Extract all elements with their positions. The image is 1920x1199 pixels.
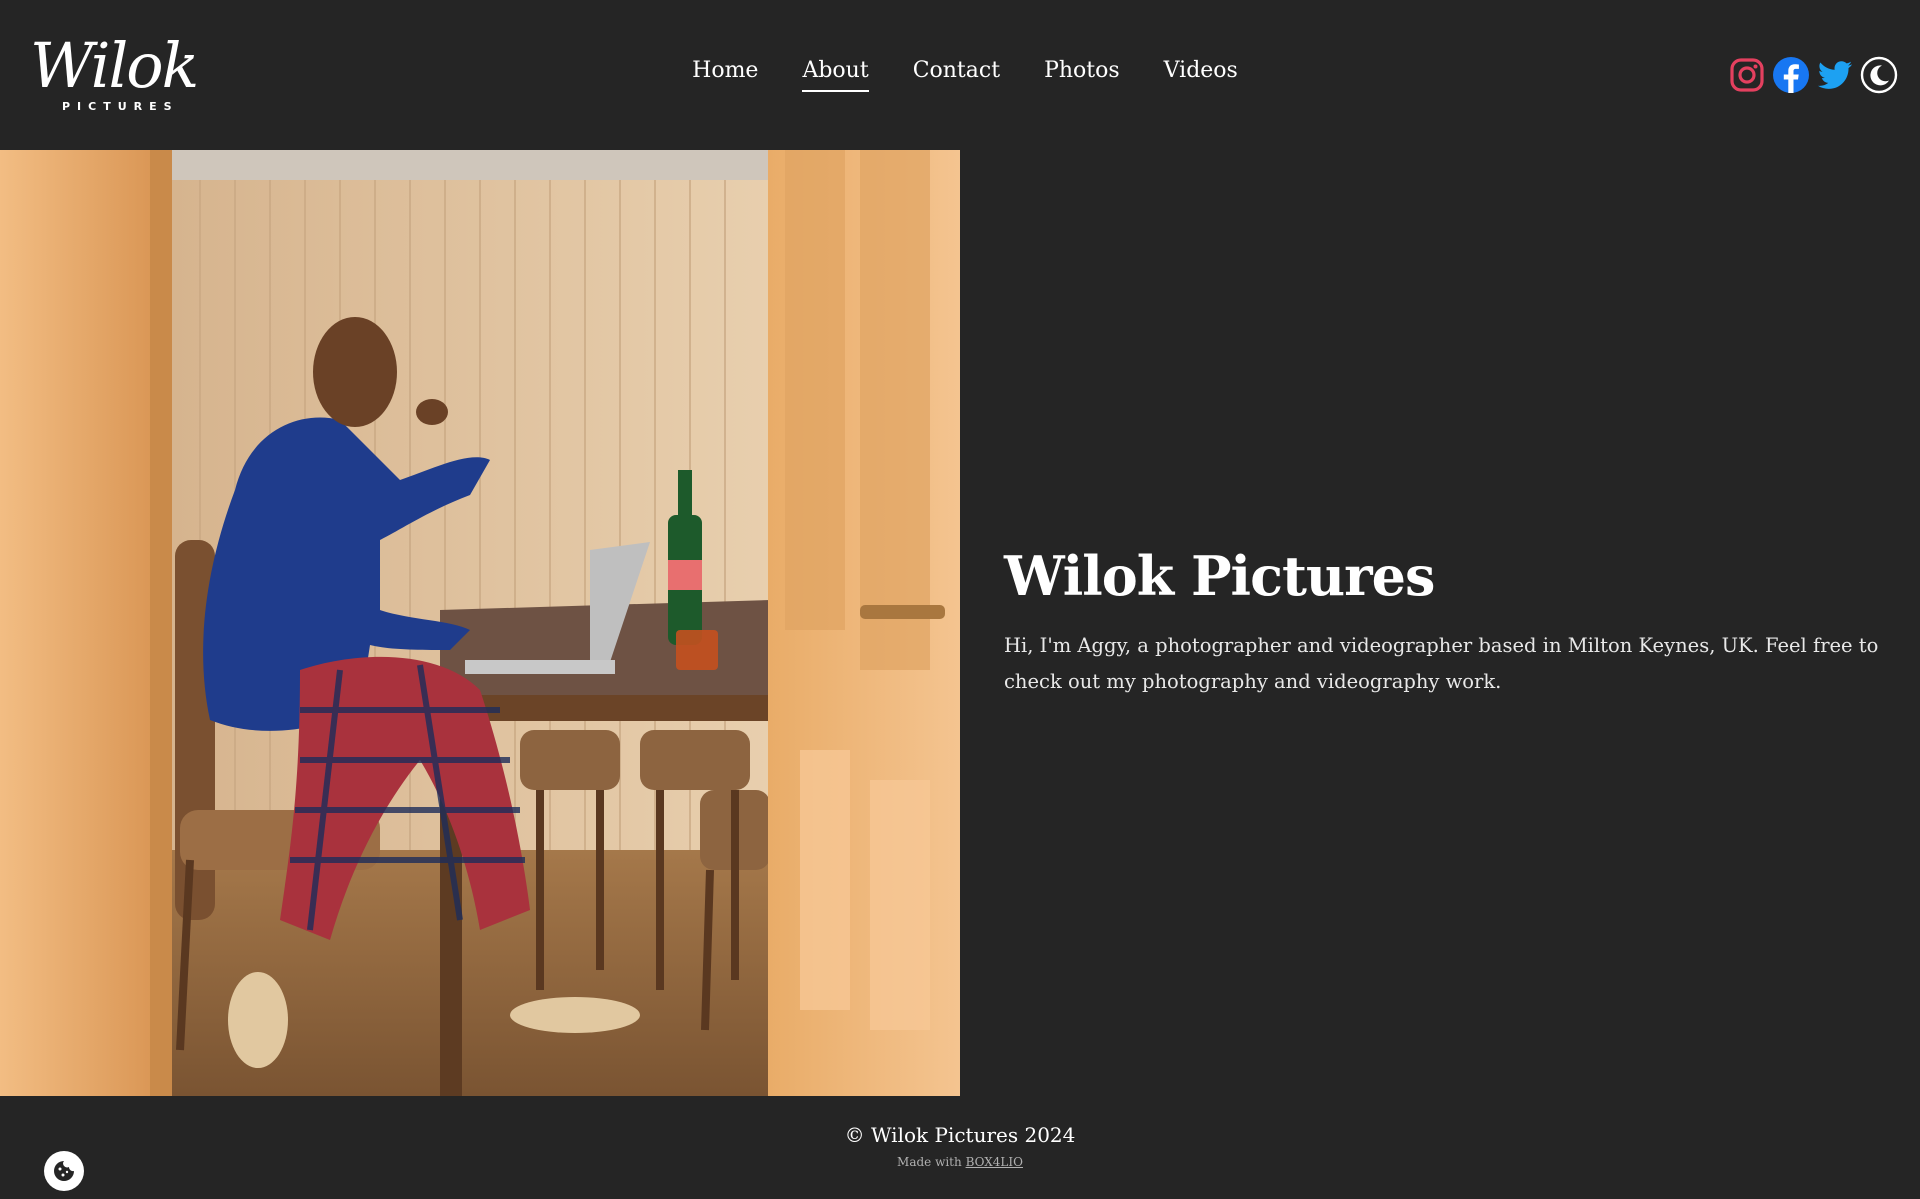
nav-contact[interactable]: Contact (913, 56, 1000, 92)
dark-mode-moon-icon[interactable] (1860, 56, 1898, 94)
facebook-icon[interactable] (1772, 56, 1810, 94)
photo-illustration (0, 150, 960, 1096)
made-with-prefix: Made with (897, 1155, 962, 1169)
nav-about[interactable]: About (802, 56, 869, 92)
page: Wilok PICTURES Home About Contact Photos… (0, 0, 1920, 1199)
cookie-settings-button[interactable] (44, 1151, 84, 1191)
box4lio-link[interactable]: BOX4LIO (966, 1155, 1023, 1169)
site-header: Wilok PICTURES Home About Contact Photos… (0, 0, 1920, 150)
logo-subtitle: PICTURES (62, 100, 179, 113)
twitter-icon[interactable] (1816, 56, 1854, 94)
main-nav: Home About Contact Photos Videos (0, 56, 1920, 92)
cookie-icon (54, 1161, 74, 1181)
site-footer: © Wilok Pictures 2024 Made with BOX4LIO (0, 1096, 1920, 1199)
instagram-icon[interactable] (1728, 56, 1766, 94)
social-links (1728, 56, 1898, 94)
made-with-text: Made with BOX4LIO (0, 1154, 1920, 1170)
nav-home[interactable]: Home (692, 56, 758, 92)
nav-videos[interactable]: Videos (1164, 56, 1238, 92)
nav-photos[interactable]: Photos (1044, 56, 1120, 92)
hero-description: Hi, I'm Aggy, a photographer and videogr… (1004, 634, 1879, 693)
hero-photo (0, 150, 960, 1096)
hero-title: Wilok Pictures (1004, 544, 1435, 608)
copyright-text: © Wilok Pictures 2024 (844, 1123, 1076, 1147)
hero-section: Wilok Pictures Hi, I'm Aggy, a photograp… (1004, 540, 1884, 700)
